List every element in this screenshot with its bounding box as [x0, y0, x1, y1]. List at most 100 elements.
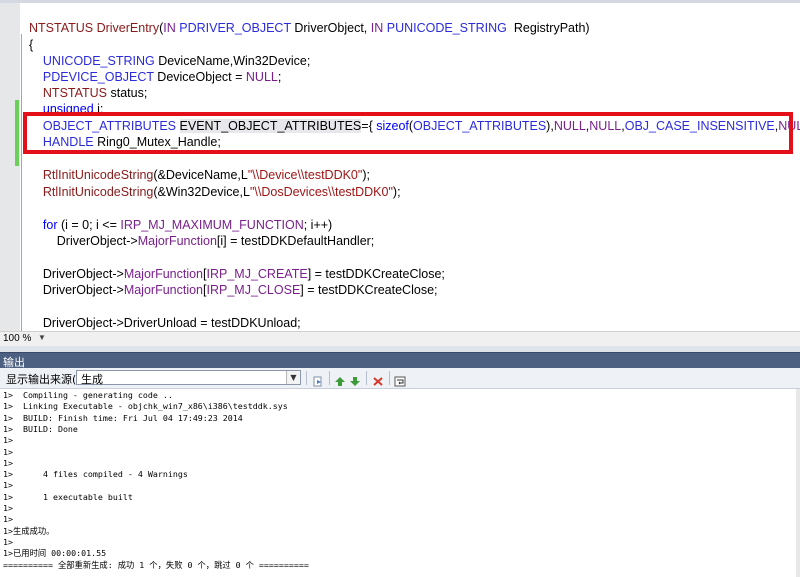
output-line: 1>: [3, 536, 13, 547]
toolbar-separator: [389, 371, 390, 385]
editor-gutter: [0, 3, 20, 331]
code-token: (&DeviceName,L: [153, 168, 248, 182]
code-token: (i = 0; i <=: [57, 218, 121, 232]
code-token: MajorFunction: [123, 283, 204, 297]
code-line[interactable]: DriverObject->MajorFunction[IRP_MJ_CREAT…: [29, 266, 445, 282]
code-token: NULL: [245, 70, 278, 84]
code-token: RegistryPath): [506, 21, 590, 35]
code-line[interactable]: NTSTATUS DriverEntry(IN PDRIVER_OBJECT D…: [29, 20, 590, 36]
code-token: RtlInitUnicodeString: [42, 168, 154, 182]
code-line[interactable]: NTSTATUS status;: [29, 85, 147, 101]
code-token: PDEVICE_OBJECT: [42, 70, 154, 84]
output-line: 1>: [3, 435, 13, 446]
code-token: );: [362, 168, 370, 182]
code-token: "\\DosDevices\\testDDK0": [249, 185, 393, 199]
code-token: DriverObject->: [29, 234, 138, 248]
output-line: 1>: [3, 457, 13, 468]
code-line[interactable]: RtlInitUnicodeString(&Win32Device,L"\\Do…: [29, 184, 401, 200]
arrow-up-icon: [335, 377, 345, 386]
code-token: DriverObject,: [290, 21, 371, 35]
code-line[interactable]: DriverObject->DriverUnload = testDDKUnlo…: [29, 315, 301, 331]
code-line[interactable]: UNICODE_STRING DeviceName,Win32Device;: [29, 53, 310, 69]
output-line: 1> Linking Executable - objchk_win7_x86\…: [3, 401, 288, 412]
code-token: status;: [107, 86, 148, 100]
output-line: 1> 1 executable built: [3, 491, 133, 502]
code-token: (&Win32Device,L: [153, 185, 250, 199]
code-token: ; i++): [303, 218, 333, 232]
code-token: DriverEntry: [96, 21, 160, 35]
output-line: 1>已用时间 00:00:01.55: [3, 548, 107, 559]
code-editor[interactable]: NTSTATUS DriverEntry(IN PDRIVER_OBJECT D…: [0, 0, 800, 331]
code-token: for: [42, 218, 58, 232]
output-line: ========== 全部重新生成: 成功 1 个，失败 0 个，跳过 0 个 …: [3, 559, 309, 570]
code-token: MajorFunction: [123, 267, 204, 281]
code-token: DriverObject->: [29, 267, 124, 281]
output-line: 1> BUILD: Done: [3, 423, 78, 434]
code-token: IRP_MJ_MAXIMUM_FUNCTION: [120, 218, 304, 232]
chevron-down-icon[interactable]: ▼: [286, 371, 300, 384]
code-token: ] = testDDKCreateClose;: [300, 283, 438, 297]
code-token: MajorFunction: [137, 234, 217, 248]
code-token: NTSTATUS: [42, 86, 108, 100]
output-line: 1>: [3, 480, 13, 491]
chevron-down-icon[interactable]: ▼: [38, 333, 46, 342]
code-token: IRP_MJ_CREATE: [206, 267, 308, 281]
output-line: 1>生成成功。: [3, 525, 55, 536]
clear-all-button[interactable]: [371, 371, 385, 386]
output-toolbar: 显示输出来源(S): 生成 ▼: [0, 368, 800, 389]
code-line[interactable]: for (i = 0; i <= IRP_MJ_MAXIMUM_FUNCTION…: [29, 217, 332, 233]
output-line: 1> 4 files compiled - 4 Warnings: [3, 469, 188, 480]
code-token: IRP_MJ_CLOSE: [206, 283, 301, 297]
code-token: DeviceName,Win32Device;: [154, 54, 311, 68]
code-line[interactable]: {: [29, 37, 33, 53]
code-line[interactable]: PDEVICE_OBJECT DeviceObject = NULL;: [29, 69, 281, 85]
document-pointer-icon: [313, 376, 322, 387]
previous-message-button[interactable]: [333, 371, 347, 386]
toolbar-separator: [329, 371, 330, 385]
code-token: [i] = testDDKDefaultHandler;: [216, 234, 375, 248]
code-token: "\\Device\\testDDK0": [247, 168, 363, 182]
toolbar-separator: [306, 371, 307, 385]
code-token: DriverObject->DriverUnload = testDDKUnlo…: [29, 316, 301, 330]
zoom-bar: 100 % ▼: [0, 331, 800, 346]
code-token: NTSTATUS: [29, 21, 97, 35]
editor-top-strip: [0, 0, 800, 3]
code-token: DeviceObject =: [153, 70, 246, 84]
goto-location-button[interactable]: [311, 371, 325, 387]
highlight-box: [23, 112, 793, 154]
output-panel-title: 输出: [0, 352, 800, 369]
code-token: ;: [277, 70, 282, 84]
code-line[interactable]: RtlInitUnicodeString(&DeviceName,L"\\Dev…: [29, 167, 370, 183]
outline-collapse-line: [21, 34, 22, 331]
output-line: 1> BUILD: Finish time: Fri Jul 04 17:49:…: [3, 412, 243, 423]
output-line: 1>: [3, 446, 13, 457]
code-token: IN: [370, 21, 387, 35]
code-token: RtlInitUnicodeString: [42, 185, 154, 199]
code-line[interactable]: DriverObject->MajorFunction[i] = testDDK…: [29, 233, 375, 249]
output-line: 1>: [3, 503, 13, 513]
next-message-button[interactable]: [348, 371, 362, 386]
word-wrap-button[interactable]: [393, 371, 407, 387]
code-token: );: [392, 185, 401, 199]
word-wrap-icon: [394, 376, 406, 387]
output-line: 1>: [3, 514, 13, 525]
toolbar-separator: [366, 371, 367, 385]
zoom-level[interactable]: 100 %: [3, 333, 31, 344]
code-token: UNICODE_STRING: [42, 54, 155, 68]
clear-icon: [373, 377, 383, 386]
output-line: 1> Compiling - generating code ..: [3, 390, 173, 400]
code-token: DriverObject->: [29, 283, 124, 297]
code-line[interactable]: DriverObject->MajorFunction[IRP_MJ_CLOSE…: [29, 282, 438, 298]
change-marker: [15, 100, 19, 166]
output-text[interactable]: 1> Compiling - generating code .. 1> Link…: [0, 389, 800, 577]
arrow-down-icon: [350, 377, 360, 386]
output-source-select[interactable]: 生成 ▼: [76, 370, 301, 386]
code-token: ] = testDDKCreateClose;: [307, 267, 445, 281]
output-scrollbar[interactable]: [796, 389, 800, 577]
